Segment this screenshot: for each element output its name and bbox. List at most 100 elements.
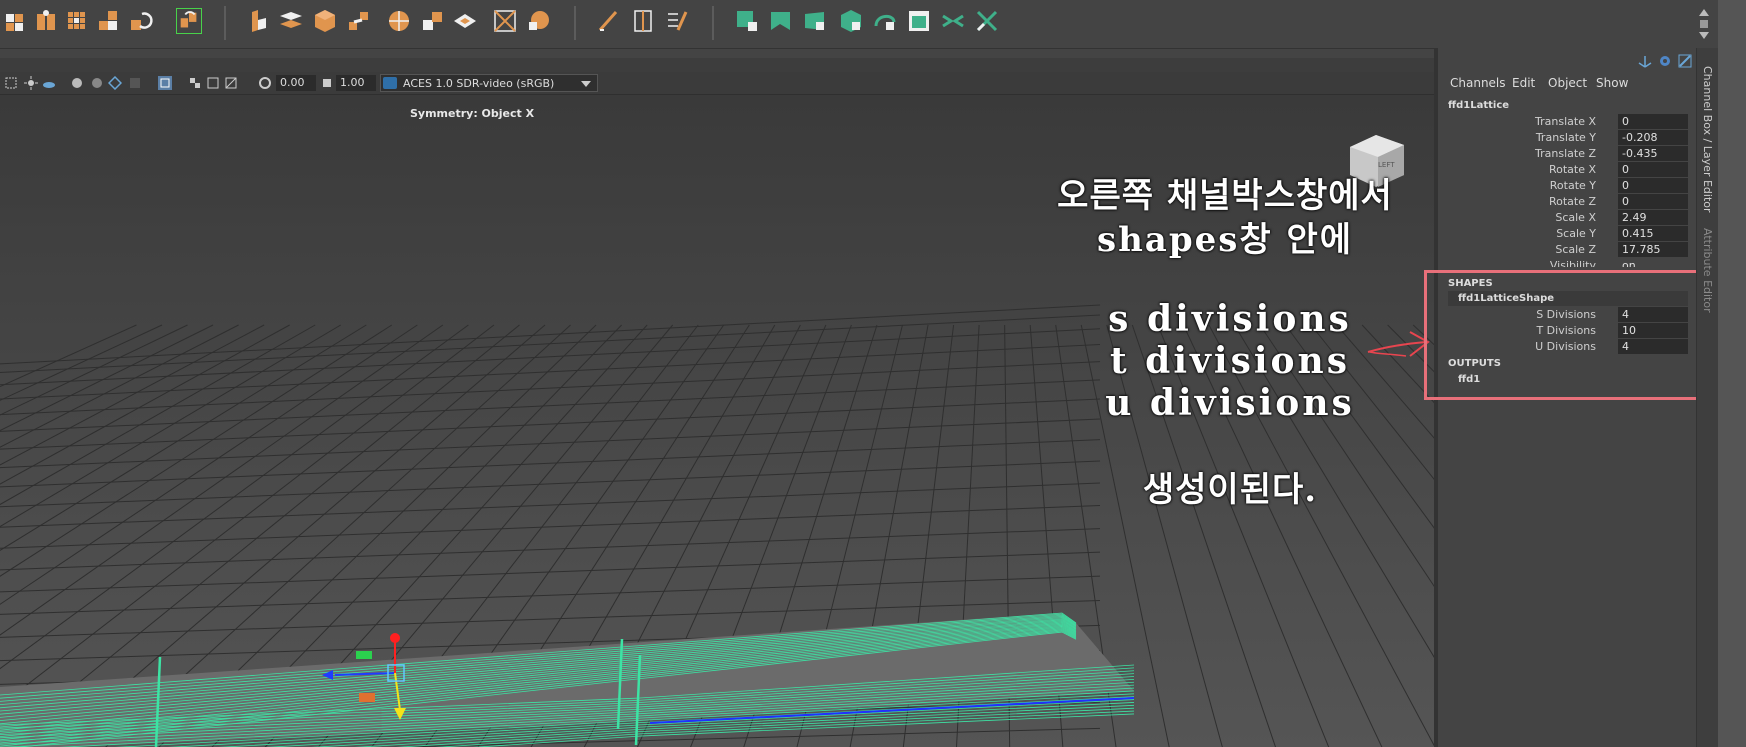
shadow-icon[interactable] <box>42 76 56 90</box>
lock-icon[interactable] <box>1658 54 1672 68</box>
shelf-separator <box>224 6 226 40</box>
attr-value[interactable]: 2.49 <box>1618 210 1688 225</box>
tab-attribute-editor[interactable]: Attribute Editor <box>1701 228 1714 313</box>
pencil-icon[interactable] <box>596 8 622 34</box>
axis-icon[interactable] <box>1638 54 1652 68</box>
attr-label: Rotate Y <box>1549 179 1596 192</box>
attr-row[interactable]: Translate Z -0.435 <box>1438 146 1696 162</box>
checker-icon[interactable] <box>906 8 932 34</box>
annotation-line: u divisions <box>1105 382 1355 424</box>
annotation-line: 생성이된다. <box>1142 470 1318 510</box>
attr-value[interactable]: -0.435 <box>1618 146 1688 161</box>
exposure-icon[interactable] <box>258 76 272 90</box>
isolate-icon[interactable] <box>158 76 172 90</box>
antialias-icon[interactable] <box>108 76 122 90</box>
unfold-icon[interactable] <box>802 8 828 34</box>
attr-value[interactable]: -0.208 <box>1618 130 1688 145</box>
uv-icon[interactable] <box>734 8 760 34</box>
side-tabs: Channel Box / Layer Editor Attribute Edi… <box>1696 48 1719 747</box>
split-icon[interactable] <box>630 8 656 34</box>
shelf-separator <box>712 6 714 40</box>
depth-icon[interactable] <box>128 76 142 90</box>
symmetry-label: Symmetry: Object X <box>410 107 535 120</box>
attr-label: Translate X <box>1535 115 1596 128</box>
attr-value[interactable]: on <box>1618 258 1688 267</box>
shelf-separator <box>574 6 576 40</box>
bridge-icon[interactable] <box>346 8 372 34</box>
shelf-scroll-icon[interactable] <box>1697 6 1711 42</box>
attr-row[interactable]: Scale Z 17.785 <box>1438 242 1696 258</box>
window-edge <box>1718 0 1746 747</box>
attr-label: Scale X <box>1555 211 1596 224</box>
color-space-label: ACES 1.0 SDR-video (sRGB) <box>403 77 555 90</box>
attr-value[interactable]: 0 <box>1618 178 1688 193</box>
annotation-arrow-icon <box>1367 331 1430 357</box>
xray-icon[interactable] <box>206 76 220 90</box>
attr-value[interactable]: 17.785 <box>1618 242 1688 257</box>
attr-value[interactable]: 0 <box>1618 114 1688 129</box>
attr-row[interactable]: Rotate X 0 <box>1438 162 1696 178</box>
chevron-down-icon <box>581 81 591 87</box>
gamma-input[interactable]: 1.00 <box>336 75 376 91</box>
attr-row[interactable]: Rotate Z 0 <box>1438 194 1696 210</box>
layout-icon[interactable] <box>838 8 864 34</box>
duplicate-icon[interactable] <box>176 8 202 34</box>
extrude-icon[interactable] <box>246 8 272 34</box>
annotation-line: s divisions <box>1108 298 1352 340</box>
multicut-icon[interactable] <box>664 8 690 34</box>
bevel-icon[interactable] <box>278 8 304 34</box>
boolean-icon[interactable] <box>96 8 122 34</box>
motion-blur-icon[interactable] <box>90 76 104 90</box>
viewport-toolbar: 0.00 1.00 ACES 1.0 SDR-video (sRGB) <box>0 72 1434 95</box>
attr-row[interactable]: Translate Y -0.208 <box>1438 130 1696 146</box>
light-icon[interactable] <box>24 76 38 90</box>
cut-icon[interactable] <box>768 8 794 34</box>
refresh-icon[interactable] <box>128 8 154 34</box>
attr-label: Translate Z <box>1535 147 1596 160</box>
symmetry-icon[interactable] <box>940 8 966 34</box>
combine-icon[interactable] <box>420 8 446 34</box>
ambient-occlusion-icon[interactable] <box>70 76 84 90</box>
attr-row[interactable]: Visibility on <box>1438 258 1696 267</box>
menu-show[interactable]: Show <box>1596 76 1628 90</box>
attr-label: Rotate Z <box>1548 195 1596 208</box>
plane-icon[interactable] <box>452 8 478 34</box>
menu-object[interactable]: Object <box>1548 76 1587 90</box>
grid-toggle-icon[interactable] <box>188 76 202 90</box>
attr-row[interactable]: Rotate Y 0 <box>1438 178 1696 194</box>
settings-icon[interactable] <box>1678 54 1692 68</box>
separate-icon[interactable] <box>492 8 518 34</box>
annotation-line: shapes창 안에 <box>1096 220 1354 260</box>
attr-value[interactable]: 0 <box>1618 194 1688 209</box>
shelf-toolbar <box>0 0 1746 49</box>
highlight-box <box>1424 270 1721 400</box>
cube-icon[interactable] <box>312 8 338 34</box>
annotation-line: t divisions <box>1110 340 1350 382</box>
attr-value[interactable]: 0.415 <box>1618 226 1688 241</box>
grid-icon[interactable] <box>64 8 90 34</box>
attr-row[interactable]: Scale Y 0.415 <box>1438 226 1696 242</box>
attr-value[interactable]: 0 <box>1618 162 1688 177</box>
attr-row[interactable]: Translate X 0 <box>1438 114 1696 130</box>
wireframe-icon[interactable] <box>4 76 18 90</box>
exposure-input[interactable]: 0.00 <box>276 75 316 91</box>
gamma-icon[interactable] <box>320 76 334 90</box>
attr-label: Rotate X <box>1548 163 1596 176</box>
backface-icon[interactable] <box>224 76 238 90</box>
sphere-icon[interactable] <box>386 8 412 34</box>
transfer-icon[interactable] <box>872 8 898 34</box>
attr-label: Scale Z <box>1555 243 1596 256</box>
deformer-icon[interactable] <box>34 8 60 34</box>
menu-channels[interactable]: Channels <box>1450 76 1506 90</box>
color-space-dropdown[interactable]: ACES 1.0 SDR-video (sRGB) <box>380 74 598 92</box>
attr-row[interactable]: Scale X 2.49 <box>1438 210 1696 226</box>
menu-edit[interactable]: Edit <box>1512 76 1535 90</box>
tab-channel-box[interactable]: Channel Box / Layer Editor <box>1701 66 1714 213</box>
attr-label: Visibility <box>1549 259 1596 267</box>
close-icon[interactable] <box>974 8 1000 34</box>
lattice-icon[interactable] <box>4 8 30 34</box>
annotation-line: 오른쪽 채널박스창에서 <box>1057 176 1393 216</box>
node-name[interactable]: ffd1Lattice <box>1448 100 1509 111</box>
attr-label: Translate Y <box>1535 131 1596 144</box>
smooth-icon[interactable] <box>526 8 552 34</box>
